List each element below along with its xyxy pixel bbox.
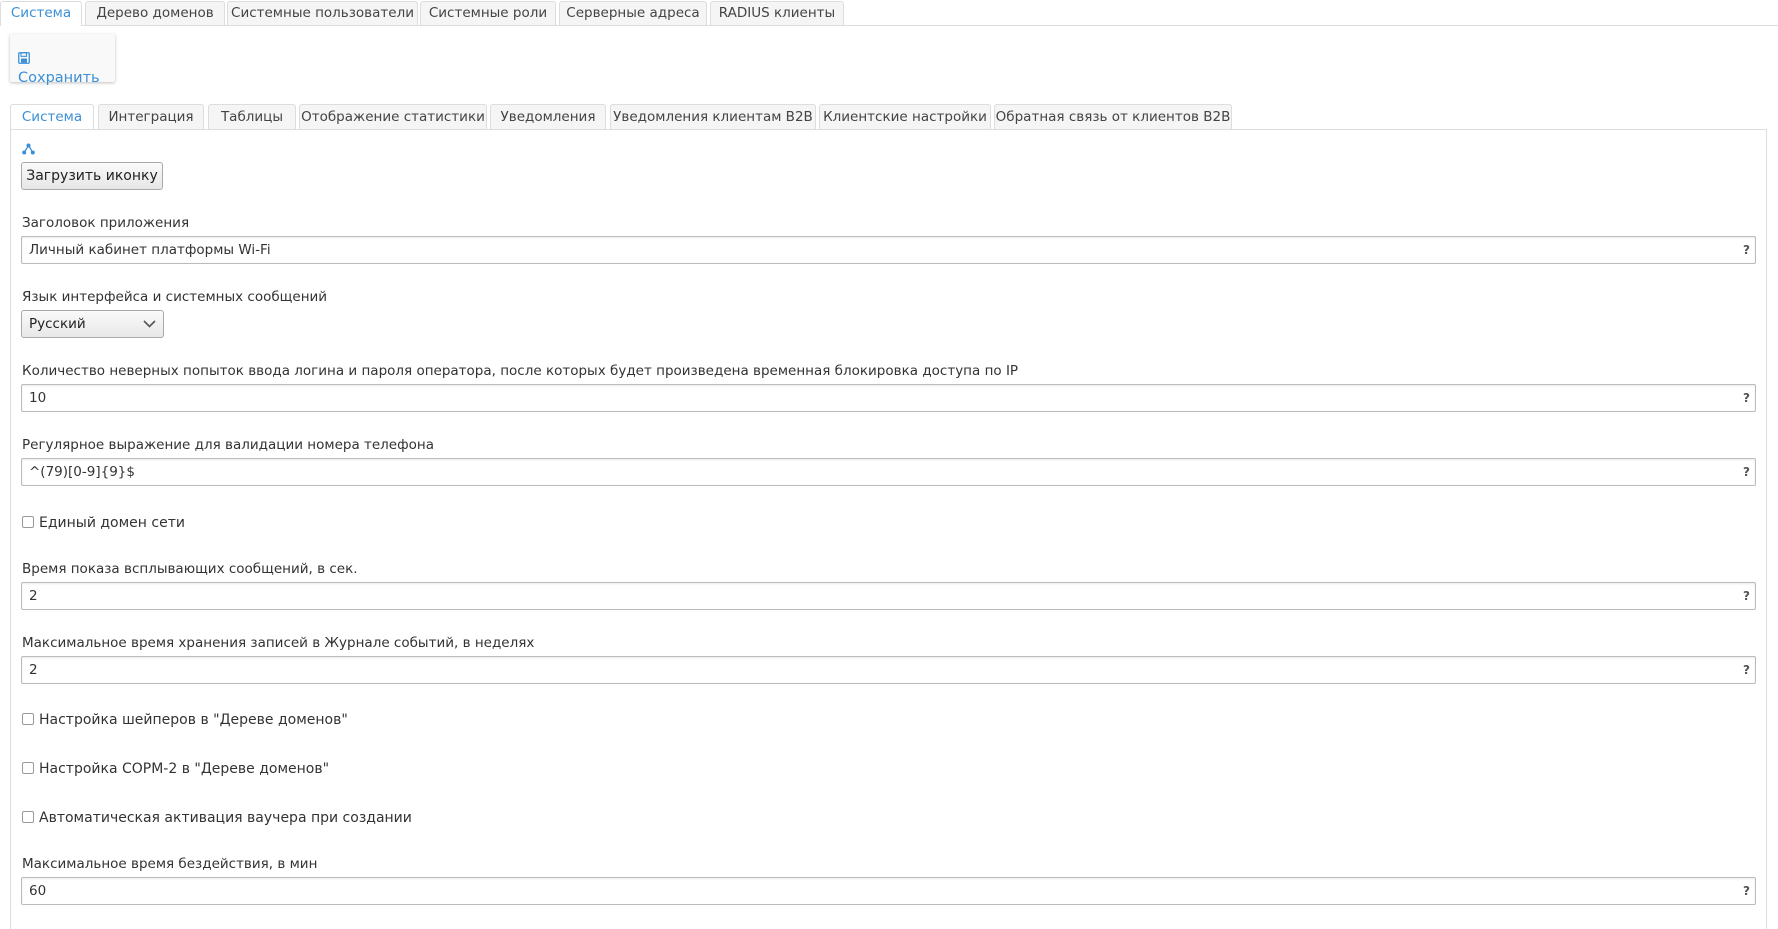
popup-time-label: Время показа всплывающих сообщений, в се… [22, 561, 358, 577]
help-icon[interactable]: ? [1743, 237, 1750, 263]
top-tab-bar: Система Дерево доменов Системные пользов… [0, 0, 1778, 26]
tab-system[interactable]: Система [10, 104, 94, 130]
single-domain-checkbox[interactable] [22, 516, 34, 528]
settings-tab-bar: Система Интеграция Таблицы Отображение с… [10, 104, 1768, 130]
tab-statistics-display[interactable]: Отображение статистики [299, 104, 487, 129]
log-retention-field[interactable]: 2 ? [21, 656, 1756, 684]
login-attempts-value: 10 [29, 390, 47, 406]
tab-integration[interactable]: Интеграция [98, 104, 204, 129]
top-tab-system[interactable]: Система [0, 1, 82, 26]
save-icon [18, 52, 30, 64]
language-select[interactable]: Русский [21, 310, 164, 338]
app-title-field[interactable]: Личный кабинет платформы Wi-Fi ? [21, 236, 1756, 264]
popup-time-field[interactable]: 2 ? [21, 582, 1756, 610]
tab-client-settings[interactable]: Клиентские настройки [819, 104, 991, 129]
top-tab-system-users[interactable]: Системные пользователи [227, 1, 418, 25]
idle-time-field[interactable]: 60 ? [21, 877, 1756, 905]
popup-time-value: 2 [29, 588, 38, 604]
phone-regex-field[interactable]: ^(79)[0-9]{9}$ ? [21, 458, 1756, 486]
voucher-autoactivate-checkbox[interactable] [22, 811, 34, 823]
network-logo-icon [22, 143, 35, 155]
tab-tables[interactable]: Таблицы [208, 104, 296, 129]
log-retention-value: 2 [29, 662, 38, 678]
save-button-label: Сохранить [18, 70, 100, 86]
app-title-label: Заголовок приложения [22, 215, 190, 231]
help-icon[interactable]: ? [1743, 657, 1750, 683]
upload-icon-button[interactable]: Загрузить иконку [21, 162, 163, 190]
login-attempts-label: Количество неверных попыток ввода логина… [22, 363, 1019, 379]
idle-time-label: Максимальное время бездействия, в мин [22, 856, 318, 872]
sorm2-checkbox[interactable] [22, 762, 34, 774]
log-retention-label: Максимальное время хранения записей в Жу… [22, 635, 535, 651]
top-tab-system-roles[interactable]: Системные роли [420, 1, 556, 25]
phone-regex-value: ^(79)[0-9]{9}$ [29, 464, 135, 480]
top-tab-server-addresses[interactable]: Серверные адреса [559, 1, 707, 25]
tab-notifications[interactable]: Уведомления [490, 104, 606, 129]
shapers-label: Настройка шейперов в "Дереве доменов" [39, 712, 348, 728]
help-icon[interactable]: ? [1743, 459, 1750, 485]
toolbar: Сохранить [10, 34, 115, 86]
save-button[interactable]: Сохранить [18, 48, 115, 86]
language-value: Русский [29, 316, 86, 332]
phone-regex-label: Регулярное выражение для валидации номер… [22, 437, 435, 453]
help-icon[interactable]: ? [1743, 385, 1750, 411]
top-tab-domain-tree[interactable]: Дерево доменов [85, 1, 225, 25]
idle-time-value: 60 [29, 883, 47, 899]
sorm2-label: Настройка СОРМ-2 в "Дереве доменов" [39, 761, 330, 777]
chevron-down-icon [143, 320, 156, 328]
login-attempts-field[interactable]: 10 ? [21, 384, 1756, 412]
tab-b2b-feedback[interactable]: Обратная связь от клиентов B2B [994, 104, 1232, 129]
tab-b2b-notifications[interactable]: Уведомления клиентам B2B [610, 104, 816, 129]
app-title-value: Личный кабинет платформы Wi-Fi [29, 242, 271, 258]
help-icon[interactable]: ? [1743, 583, 1750, 609]
top-tab-radius-clients[interactable]: RADIUS клиенты [710, 1, 844, 25]
single-domain-label: Единый домен сети [39, 515, 185, 531]
language-label: Язык интерфейса и системных сообщений [22, 289, 328, 305]
shapers-checkbox[interactable] [22, 713, 34, 725]
help-icon[interactable]: ? [1743, 878, 1750, 904]
voucher-autoactivate-label: Автоматическая активация ваучера при соз… [39, 810, 412, 826]
